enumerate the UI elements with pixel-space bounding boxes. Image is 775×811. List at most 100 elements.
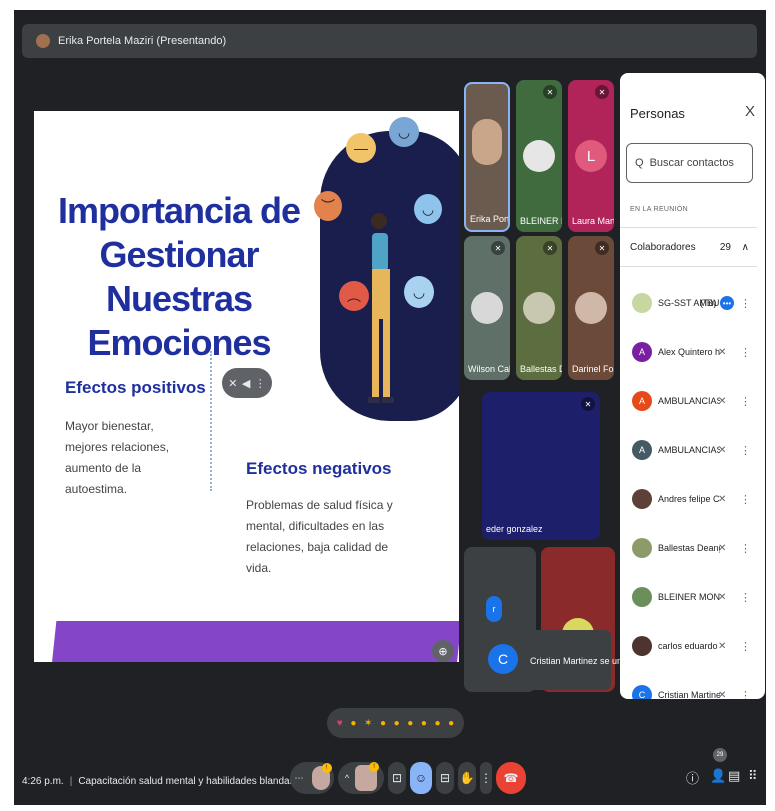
participant-name: AMBULANCIAS PROYE... [658, 445, 720, 455]
group-header[interactable]: Colaboradores 29 ∧ [620, 227, 757, 267]
participant-name: Laura Martine... [572, 216, 614, 226]
thumbs-up-icon[interactable]: ● [350, 718, 356, 729]
pin-icon[interactable]: ✕ [228, 377, 237, 390]
participant-name: Alex Quintero herrera [658, 347, 720, 357]
participant-tile[interactable]: ✕ Ballestas Dea... [516, 236, 562, 380]
wink-face-icon: ◡ [414, 194, 442, 224]
more-options-icon[interactable]: ⋮ [740, 297, 751, 310]
search-input[interactable]: Q Buscar contactos [626, 143, 753, 183]
laugh-icon[interactable]: ● [394, 718, 400, 729]
chevron-up-icon[interactable]: ^ [345, 773, 349, 783]
presenter-avatar [36, 34, 50, 48]
presenter-label: Erika Portela Maziri (Presentando) [58, 35, 227, 47]
happy-face-icon: ◡ [389, 117, 419, 147]
emoji-button[interactable]: ☺ [410, 762, 432, 794]
more-options-icon[interactable]: ⋮ [740, 640, 751, 653]
more-options-icon[interactable]: ⋮ [740, 591, 751, 604]
clap-icon[interactable]: ● [380, 718, 386, 729]
participant-avatar: r [486, 596, 502, 622]
group-count: 29 [719, 241, 731, 253]
participant-row[interactable]: C Cristian Martinez ✕ ⋮ [620, 671, 760, 699]
chat-icon[interactable]: ▤ [728, 768, 740, 784]
participant-row[interactable]: carlos eduardo araujo ... ✕ ⋮ [620, 622, 760, 670]
mic-off-icon: ✕ [718, 493, 727, 505]
participant-name: Andres felipe Cortes [658, 494, 720, 504]
info-icon[interactable]: ⓘ [686, 768, 699, 787]
participant-name: Ballestas Dea... [520, 364, 562, 374]
people-icon[interactable]: 👤 [710, 768, 726, 784]
people-panel-title: Personas [630, 106, 685, 121]
slide-divider [210, 351, 212, 491]
camera-button[interactable]: ^ ! [338, 762, 384, 794]
mic-button[interactable]: ⋯ ! [290, 762, 334, 794]
thumbs-down-icon[interactable]: ● [448, 718, 454, 729]
participant-tile[interactable]: ✕ BLEINER MON... [516, 80, 562, 232]
mic-off-icon: ✕ [718, 689, 727, 700]
mic-off-icon: ✕ [595, 241, 609, 255]
slide-title-line1: Importancia de Gestionar [57, 190, 301, 275]
participant-avatar [523, 140, 555, 172]
participant-name: Ballestas Deangel [658, 543, 720, 553]
captions-icon: ⊟ [439, 771, 451, 785]
thinking-icon[interactable]: ● [435, 718, 441, 729]
more-options-icon: ⋮ [480, 771, 492, 785]
zoom-icon[interactable]: ⊕ [432, 640, 454, 662]
camera-off-icon[interactable]: ! [355, 762, 380, 791]
party-icon[interactable]: ✶ [364, 718, 372, 729]
activities-icon[interactable]: ⠿ [748, 768, 758, 784]
left-margin [0, 0, 14, 811]
person-illustration [368, 213, 394, 403]
participant-avatar [632, 587, 652, 607]
mic-off-icon: ✕ [718, 640, 727, 652]
participant-tile[interactable]: Erika Portela ... [464, 82, 510, 232]
participant-tile[interactable]: ✕ Darinel Forelo [568, 236, 614, 380]
separator: | [69, 776, 73, 787]
chevron-up-icon[interactable]: ⋯ [295, 773, 304, 784]
participant-name: carlos eduardo araujo ... [658, 641, 720, 651]
more-options-button[interactable]: ⋮ [480, 762, 492, 794]
participant-row[interactable]: Andres felipe Cortes ✕ ⋮ [620, 475, 760, 523]
participant-row[interactable]: A Alex Quintero herrera ✕ ⋮ [620, 328, 760, 376]
volume-icon[interactable]: ◀ [242, 377, 250, 390]
present-button[interactable]: ⊡ [388, 762, 406, 794]
more-options-icon[interactable]: ⋮ [740, 542, 751, 555]
hang-up-icon: ☎ [503, 771, 519, 785]
surprised-icon[interactable]: ● [407, 718, 413, 729]
warning-badge: ! [369, 762, 380, 772]
participant-row[interactable]: Ballestas Deangel ✕ ⋮ [620, 524, 760, 572]
more-options-icon[interactable]: ⋮ [740, 346, 751, 359]
mic-off-icon: ✕ [718, 346, 727, 358]
raise-hand-button[interactable]: ✋ [458, 762, 476, 794]
more-options-icon[interactable]: ⋮ [740, 395, 751, 408]
close-icon[interactable]: X [745, 103, 755, 120]
more-options-icon[interactable]: ⋮ [255, 377, 266, 390]
participant-avatar [632, 636, 652, 656]
cry-icon[interactable]: ● [421, 718, 427, 729]
participant-row[interactable]: BLEINER MONSALVO BA ✕ ⋮ [620, 573, 760, 621]
mic-off-icon: ✕ [718, 395, 727, 407]
participant-row[interactable]: A AMBULANCIAS PROYE... ✕ ⋮ [620, 426, 760, 474]
heart-icon[interactable]: ♥ [337, 718, 343, 729]
meeting-title: Capacitación salud mental y habilidades … [78, 776, 316, 787]
presentation-controls[interactable]: ✕ ◀ ⋮ [222, 368, 272, 398]
people-count-badge: 29 [713, 748, 727, 762]
participant-tile[interactable]: ✕ Wilson Calle [464, 236, 510, 380]
more-options-icon[interactable]: ⋮ [740, 689, 751, 700]
participant-name: Darinel Forelo [572, 364, 614, 374]
section-label: EN LA REUNIÓN [630, 206, 688, 213]
participant-row[interactable]: A AMBULANCIAS PROYE... ✕ ⋮ [620, 377, 760, 425]
mic-off-icon: ✕ [718, 444, 727, 456]
more-options-icon[interactable]: ⋮ [740, 493, 751, 506]
captions-button[interactable]: ⊟ [436, 762, 454, 794]
participant-tile[interactable]: ✕ L Laura Martine... [568, 80, 614, 232]
participant-avatar: A [632, 342, 652, 362]
mic-icon[interactable]: ! [311, 763, 332, 790]
more-options-icon[interactable]: ⋮ [740, 444, 751, 457]
leave-call-button[interactable]: ☎ [496, 762, 526, 794]
neutral-face-icon: — [346, 133, 376, 163]
participant-name: BLEINER MON... [520, 216, 562, 226]
participant-row[interactable]: SG-SST AMBULAN... (Tú) ••• ⋮ [620, 279, 760, 327]
people-panel: Personas X Q Buscar contactos EN LA REUN… [620, 73, 765, 699]
chevron-up-icon[interactable]: ∧ [742, 242, 749, 253]
participant-tile[interactable]: ✕ eder gonzalez [482, 392, 600, 540]
